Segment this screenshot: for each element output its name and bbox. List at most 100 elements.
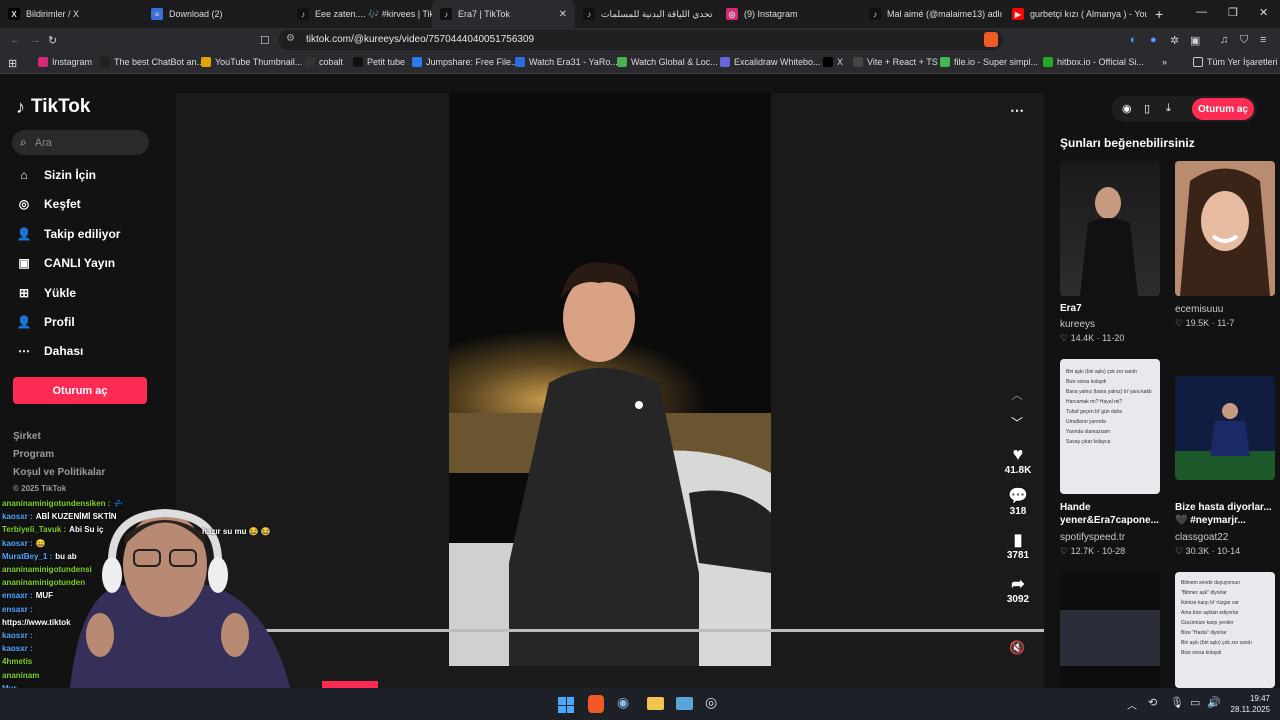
- card-title[interactable]: Bize hasta diyorlar... 🖤 #neymarjr...: [1175, 501, 1275, 527]
- bookmark-item[interactable]: Instagram: [38, 57, 92, 67]
- browser-tab[interactable]: ♪ Eee zaten.... 🎶 #kirvees | TikTo: [289, 0, 432, 28]
- card-author[interactable]: kureeys: [1060, 319, 1095, 330]
- mic-icon[interactable]: 🎙: [1170, 696, 1184, 709]
- browser-tab[interactable]: ♪ تحدي اللياقة البدنية للمسلمات: [575, 0, 718, 28]
- close-window-button[interactable]: ✕: [1259, 6, 1268, 19]
- wallet-icon[interactable]: ⛉: [1240, 34, 1248, 47]
- like-button[interactable]: ♥ 41.8K: [1000, 444, 1036, 476]
- extension-icon[interactable]: ✲: [1170, 34, 1179, 47]
- browser-tab[interactable]: ◎ (9) Instagram: [718, 0, 861, 28]
- back-icon[interactable]: ←: [10, 34, 21, 46]
- sidebar-icon[interactable]: ▣: [1190, 34, 1200, 47]
- card-author[interactable]: spotifyspeed.tr: [1060, 532, 1125, 543]
- browser-tab[interactable]: ♪ Mal aimé (@malaime13) adlı k: [861, 0, 1004, 28]
- site-info-icon[interactable]: ⚙: [286, 33, 295, 44]
- bookmarks-overflow-icon[interactable]: »: [1162, 57, 1167, 67]
- video-card-thumb[interactable]: [1060, 161, 1160, 296]
- bookmarks-bar: ⊞ Instagram The best ChatBot an... YouTube…: [0, 52, 1280, 74]
- bookmark-item[interactable]: file.io - Super simpl...: [940, 57, 1038, 67]
- tiktok-logo[interactable]: ♪ TikTok: [16, 96, 90, 118]
- video-card-thumb[interactable]: Bilmem sende duyuyorsun "Bitmez aşk" diyo…: [1175, 572, 1275, 688]
- more-options-icon[interactable]: ⋯: [1010, 102, 1024, 119]
- footer-link[interactable]: Koşul ve Politikalar: [13, 467, 105, 478]
- footer-link[interactable]: Program: [13, 449, 54, 460]
- nav-item[interactable]: ◎ Keşfet: [16, 196, 81, 212]
- video-card-thumb[interactable]: [1060, 572, 1160, 688]
- brave-icon[interactable]: [588, 695, 604, 713]
- nav-item[interactable]: 👤 Profil: [16, 314, 75, 330]
- bookmark-item[interactable]: X: [823, 57, 843, 67]
- browser-tab[interactable]: ♪ Era7 | TikTok ✕: [432, 0, 575, 28]
- card-author[interactable]: classgoat22: [1175, 532, 1228, 543]
- share-button[interactable]: ➦ 3092: [1000, 574, 1036, 605]
- folder-icon[interactable]: [647, 697, 664, 710]
- login-button[interactable]: Oturum aç: [13, 377, 147, 404]
- music-icon[interactable]: ♫: [1220, 34, 1228, 46]
- minimize-button[interactable]: —: [1196, 6, 1207, 18]
- url-field[interactable]: ⚙ tiktok.com/@kureeys/video/757044404005…: [278, 30, 1003, 50]
- bookmark-item[interactable]: Watch Global & Loc...: [617, 57, 718, 67]
- nav-item[interactable]: ⊞ Yükle: [16, 285, 76, 301]
- extension-icon[interactable]: ◐: [1130, 34, 1137, 46]
- app-icon[interactable]: [676, 697, 693, 710]
- card-author[interactable]: ecemisuuu: [1175, 304, 1223, 315]
- footer-link[interactable]: Şirket: [13, 431, 41, 442]
- network-icon[interactable]: ⟲: [1148, 696, 1157, 709]
- bookmark-item[interactable]: Jumpshare: Free File...: [412, 57, 519, 67]
- card-title[interactable]: Hande yener&Era7capone...: [1060, 501, 1160, 527]
- coins-icon[interactable]: ◉: [1122, 102, 1132, 115]
- steam-icon[interactable]: ◉: [617, 694, 629, 711]
- chevron-up-icon[interactable]: ︿: [1127, 697, 1137, 712]
- bookmark-icon[interactable]: ☐: [260, 34, 270, 47]
- card-title[interactable]: Era7: [1060, 303, 1082, 314]
- video-player[interactable]: [449, 93, 771, 666]
- mute-icon[interactable]: 🔇: [1009, 640, 1025, 656]
- bookmark-item[interactable]: YouTube Thumbnail...: [201, 57, 302, 67]
- bookmark-item[interactable]: Watch Era31 - YaRo...: [515, 57, 618, 67]
- bookmark-label: Watch Era31 - YaRo...: [529, 57, 618, 67]
- browser-tab[interactable]: X Bildirimler / X: [0, 0, 143, 28]
- taskbar-clock[interactable]: 19:47 28.11.2025: [1228, 693, 1270, 715]
- next-video-icon[interactable]: ﹀: [1011, 414, 1023, 431]
- device-icon[interactable]: ▯: [1144, 102, 1150, 115]
- bookmark-item[interactable]: Excalidraw Whitebo...: [720, 57, 821, 67]
- close-tab-icon[interactable]: ✕: [559, 9, 567, 20]
- menu-icon[interactable]: ≡: [1260, 34, 1266, 46]
- reload-icon[interactable]: ↻: [48, 34, 57, 47]
- monitor-icon[interactable]: ▭: [1190, 696, 1200, 709]
- search-input[interactable]: [34, 136, 130, 149]
- search-box[interactable]: ⌕: [12, 130, 149, 155]
- video-card-thumb[interactable]: [1175, 376, 1275, 480]
- chat-username: kaosxr :: [2, 631, 33, 640]
- bookmark-item[interactable]: Vite + React + TS: [853, 57, 938, 67]
- nav-item[interactable]: 👤 Takip ediliyor: [16, 226, 121, 242]
- prev-video-icon[interactable]: ︿: [1011, 386, 1023, 403]
- apps-icon[interactable]: ⊞: [8, 57, 17, 70]
- save-button[interactable]: ▮ 3781: [1000, 530, 1036, 561]
- comment-button[interactable]: 💬 318: [1000, 486, 1036, 517]
- browser-tab[interactable]: ≡ Download (2): [143, 0, 289, 28]
- nav-item[interactable]: ▣ CANLI Yayın: [16, 255, 115, 271]
- chat-username: Terbiyeli_Tavuk :: [2, 525, 67, 535]
- video-card-thumb[interactable]: [1175, 161, 1275, 296]
- shield-icon[interactable]: [984, 32, 998, 47]
- download-icon[interactable]: ⤓: [1166, 102, 1171, 115]
- bookmark-item[interactable]: cobalt: [305, 57, 343, 67]
- volume-icon[interactable]: 🔊: [1207, 696, 1221, 709]
- video-card-thumb[interactable]: Biri aşkı (biri aşkı) çok zor sandı Bize …: [1060, 359, 1160, 494]
- nav-item[interactable]: ⋯ Dahası: [16, 343, 83, 359]
- windows-start-icon[interactable]: [558, 697, 574, 713]
- nav-item[interactable]: ⌂ Sizin İçin: [16, 167, 96, 183]
- forward-icon[interactable]: →: [30, 34, 41, 46]
- new-tab-button[interactable]: +: [1155, 6, 1163, 22]
- progress-track[interactable]: [176, 629, 1044, 632]
- extension-icon[interactable]: ●: [1150, 34, 1157, 46]
- header-login-button[interactable]: Oturum aç: [1192, 98, 1254, 120]
- bookmark-item[interactable]: The best ChatBot an...: [100, 57, 204, 67]
- all-bookmarks-button[interactable]: Tüm Yer İşaretleri: [1193, 57, 1278, 67]
- obs-icon[interactable]: ◎: [705, 694, 717, 711]
- maximize-button[interactable]: ❐: [1228, 6, 1238, 19]
- bookmark-item[interactable]: Petit tube: [353, 57, 405, 67]
- bookmark-item[interactable]: hitbox.io - Official Si...: [1043, 57, 1144, 67]
- browser-tab[interactable]: ▶ gurbetçi kızı ( Almanya ) - YouT: [1004, 0, 1147, 28]
